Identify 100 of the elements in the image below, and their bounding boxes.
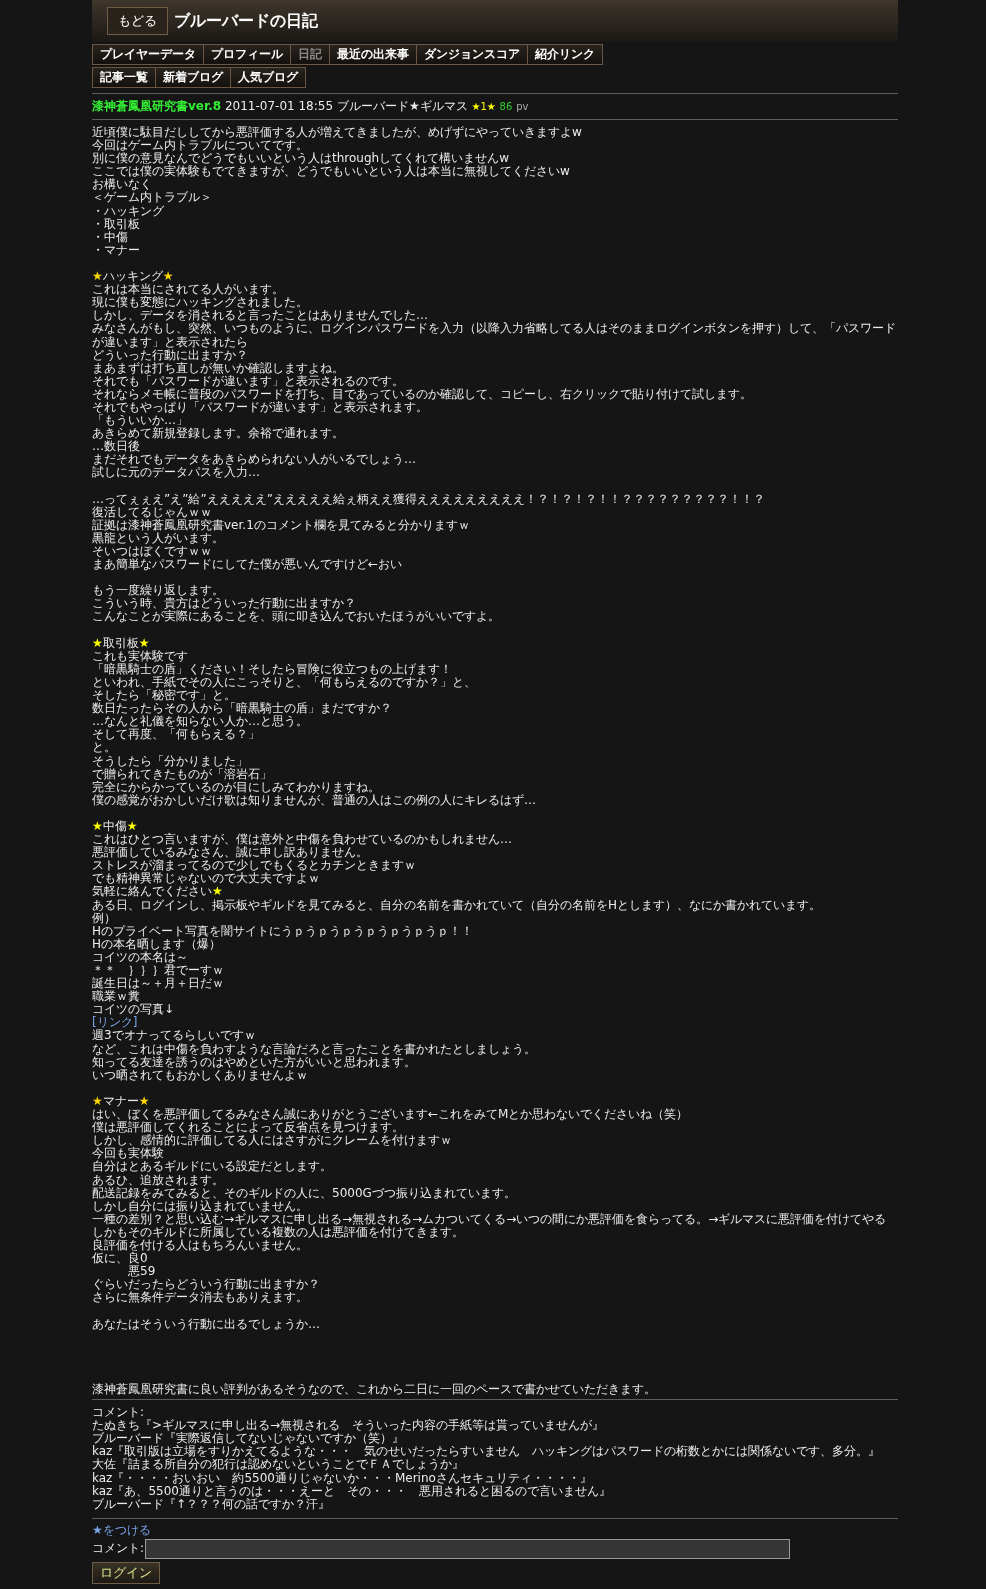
article-text: まだそれでもデータをあきらめられない人がいるでしょう…	[92, 452, 416, 467]
article-text: 自分はとあるギルドにいる設定だとします。	[92, 1159, 332, 1174]
article-text: といわれ、手紙でその人にこっそりと、「何もらえるのですか？」と、	[92, 674, 476, 689]
article-text: こういう時、貴方はどういった行動に出ますか？	[92, 596, 356, 611]
article-text: など、これは中傷を負わすような言論だろと言ったことを書かれたとしましょう。	[92, 1041, 536, 1056]
rating-count: ★1★	[471, 101, 496, 112]
article-text: あきらめて新規登録します。余裕で通れます。	[92, 426, 344, 441]
nav-tab[interactable]: 最近の出来事	[330, 44, 417, 65]
article-text: でも精神異常じゃないので大丈夫ですよｗ	[92, 871, 320, 886]
article-text: お構いなく	[92, 177, 152, 192]
star-icon: ★	[92, 269, 103, 284]
article-text: しかし自分には振り込まれていません。	[92, 1198, 308, 1213]
view-count: 86	[499, 101, 513, 112]
article-text: ・マナー	[92, 242, 140, 257]
entry-title-link[interactable]: 漆神蒼鳳凰研究書ver.8	[92, 99, 222, 113]
article-text: あなたはそういう行動に出るでしょうか…	[92, 1316, 320, 1331]
article-text: ・中傷	[92, 229, 128, 244]
nav-tab[interactable]: プロフィール	[204, 44, 291, 65]
nav-tab[interactable]: 記事一覧	[92, 67, 156, 88]
article-text: そうしたら「分かりました」	[92, 753, 248, 768]
article-text: 仮に、良0	[92, 1251, 148, 1266]
article-text: 一種の差別？と思い込む→ギルマスに申し出る→無視される→ムカついてくる→いつの間にか悪評価を食らってる。→ギルマスに悪評価を付けてやる	[92, 1211, 887, 1226]
article-text: そして再度、「何もらえる？」	[92, 727, 260, 742]
article-text: 「もういいか…」	[92, 413, 188, 428]
comment-text: たぬきち『>ギルマスに申し出る→無視される そういった内容の手紙等は貰っていませんが』	[92, 1418, 605, 1433]
article-text: 近頃僕に駄目だししてから悪評価する人が増えてきましたが、めげずにやっていきますよw	[92, 125, 582, 139]
article-text: それならメモ帳に普段のパスワードを打ち、目であっているのか確認して、コピーし、右クリックで貼り付けて試します。	[92, 386, 752, 401]
comments-label: コメント:	[92, 1405, 145, 1420]
article-text: そしたら「秘密です」と。	[92, 688, 236, 703]
article-text: それでも「パスワードが違います」と表示されるのです。	[92, 373, 404, 388]
article-text: 悪評価しているみなさん、誠に申し訳ありません。	[92, 845, 368, 860]
entry-author: ブルーバード★ギルマス	[336, 99, 468, 113]
article-text: しかもそのギルドに所属している複数の人は悪評価を付けてきます。	[92, 1224, 464, 1239]
comment-text: kaz『取引版は立場をすりかえてるような・・・ 気のせいだったらすいません ハッキングはパスワードの桁数とかには関係ないです、多分。』	[92, 1444, 881, 1459]
article-text: で贈られてきたものが「溶岩石」	[92, 766, 272, 781]
article-text: Hの本名晒します（爆）	[92, 936, 222, 951]
article-text: ストレスが溜まってるので少しでもくるとカチンときますｗ	[92, 858, 416, 873]
article-text: …なんと礼儀を知らない人か…と思う。	[92, 714, 308, 729]
nav-tab[interactable]: ダンジョンスコア	[417, 44, 528, 65]
star-icon: ★	[162, 269, 174, 284]
article-text: ・ハッキング	[92, 203, 164, 218]
article-text: こんなことが実際にあることを、頭に叩き込んでおいたほうがいいですよ。	[92, 609, 500, 624]
entry-date: 2011-07-01 18:55	[224, 99, 334, 113]
star-icon: ★	[212, 884, 223, 899]
article-text: ハッキング	[102, 269, 163, 284]
article-text: 数日たったらその人から「暗黒騎士の盾」まだですか？	[92, 701, 392, 716]
article-text: ・取引板	[92, 216, 140, 231]
article-text: 漆神蒼鳳凰研究書に良い評判があるそうなので、これから二日に一回のペースで書かせていただきます。	[92, 1382, 656, 1396]
nav-tab[interactable]: 日記	[291, 44, 330, 65]
article-text: はい、ぼくを悪評価してるみなさん誠にありがとうございます←これをみてMとか思わないでくださいね（笑）	[92, 1107, 689, 1122]
nav-tab[interactable]: プレイヤーデータ	[92, 44, 204, 65]
article-text: 「暗黒騎士の盾」ください！そしたら冒険に役立つもの上げます！	[92, 661, 452, 676]
page-title: ブルーバードの日記	[174, 11, 318, 31]
star-icon: ★	[92, 1093, 103, 1108]
article-text: 週3でオナってるらしいですｗ	[92, 1028, 256, 1043]
article-text: もう一度繰り返します。	[92, 583, 224, 598]
article-text: しかし、データを消されると言ったことはありませんでした…	[92, 308, 428, 323]
comment-text: ブルーバード『↑？？？何の話ですか？汗』	[92, 1496, 331, 1511]
article-text: 今回も実体験	[92, 1146, 164, 1161]
article-text: ＊＊ ｝｝｝君でーすｗ	[92, 963, 224, 977]
article-text: 取引板	[102, 635, 139, 650]
article-text: これも実体験です	[92, 648, 188, 663]
article-text: どういった行動に出ますか？	[92, 347, 248, 362]
link[interactable]: [リンク]	[92, 1015, 138, 1030]
article-text: さらに無条件データ消去もありえます。	[92, 1290, 308, 1305]
nav-tab[interactable]: 人気ブログ	[231, 67, 306, 88]
article-text: 今回はゲーム内トラブルについてです。	[92, 138, 308, 153]
comment-text: ブルーバード『実際返信してないじゃないですか（笑）』	[92, 1431, 404, 1446]
article-text: 完全にからかっているのが目にしみてわかりますね。	[92, 779, 380, 794]
star-icon: ★	[126, 818, 138, 833]
article-text: これは本当にされてる人がいます。	[92, 282, 284, 297]
article-text: そいつはぼくですｗｗ	[92, 544, 212, 558]
article-text: みなさんがもし、突然、いつものように、ログインパスワードを入力（以降入力省略してる人はそのままログインボタンを押す）して、「パスワードが違います」と表示されたら	[92, 321, 896, 349]
article-text: ある日、ログインし、掲示板やギルドを見てみると、自分の名前を書かれていて（自分の名前をHとします）、なにか書かれています。	[92, 897, 822, 912]
article-text: まあ簡単なパスワードにしてた僕が悪いんですけど←おい	[92, 557, 403, 572]
comment-input[interactable]	[145, 1538, 791, 1559]
article-text: 中傷	[102, 818, 127, 833]
article-text: 復活してるじゃんｗｗ	[92, 504, 212, 519]
login-button[interactable]: ログイン	[92, 1561, 160, 1584]
nav-tab[interactable]: 新着ブログ	[156, 67, 231, 88]
article-text: …数日後	[92, 439, 140, 454]
nav-tab[interactable]: 紹介リンク	[528, 44, 603, 65]
back-button[interactable]: もどる	[107, 7, 168, 35]
article-text: 僕の感覚がおかしいだけ歌は知りませんが、普通の人はこの例の人にキレるはず…	[92, 792, 536, 807]
add-star-link[interactable]: ★をつける	[92, 1522, 151, 1537]
comment-text: 大佐『詰まる所自分の犯行は認めないということでＦＡでしょうか』	[92, 1457, 464, 1472]
comment-label: コメント:	[92, 1542, 145, 1556]
article-text: いつ晒されてもおかしくありませんよｗ	[92, 1067, 308, 1082]
article-text: 証拠は漆神蒼鳳凰研究書ver.1のコメント欄を見てみると分かりますｗ	[92, 517, 470, 532]
article-text: …ってぇぇえ”え”給”えええええ”えええええ給ぇ柄ええ獲得えええええええええ！？！？！？！！？？？？？？？？？！！？	[92, 491, 765, 506]
article-text: 僕は悪評価してくれることによって反省点を見つけます。	[92, 1120, 404, 1135]
comment-text: kaz『・・・・おいおい 約5500通りじゃないか・・・Merinoさんセキュリティ・・・・』	[92, 1470, 592, 1485]
article-text: 誕生日は～＋月＋日だｗ	[92, 976, 224, 991]
article-text: 配送記録をみてみると、そのギルドの人に、5000Gづつ振り込まれています。	[92, 1185, 516, 1200]
star-icon: ★	[92, 635, 103, 650]
article-text: 良評価を付ける人はもちろんいません。	[92, 1237, 308, 1252]
article-text: 試しに元のデータパスを入力…	[92, 465, 260, 480]
article-text: これはひとつ言いますが、僕は意外と中傷を負わせているのかもしれません…	[92, 832, 512, 847]
article-text: ぐらいだったらどういう行動に出ますか？	[92, 1277, 320, 1292]
article-text: しかし、感情的に評価してる人にはさすがにクレームを付けますｗ	[92, 1133, 452, 1148]
